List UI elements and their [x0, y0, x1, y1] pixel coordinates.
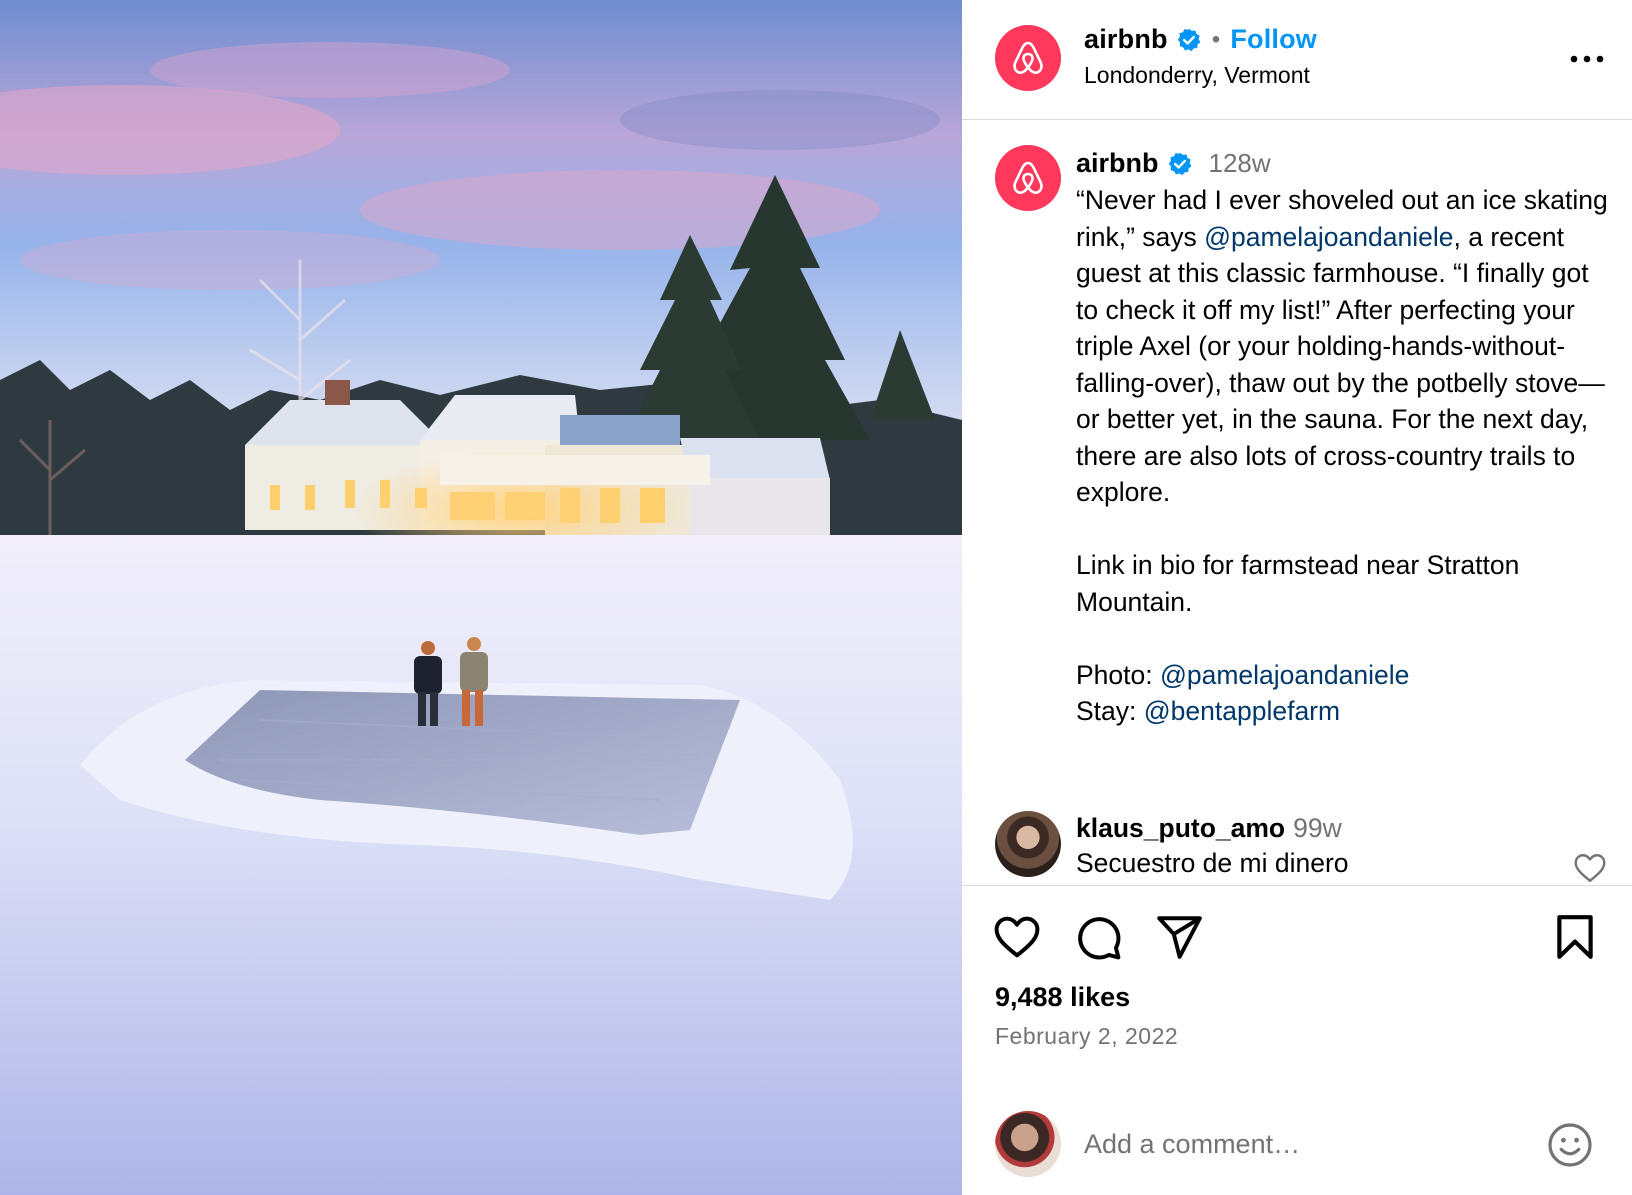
- verified-badge-icon: [1177, 28, 1201, 51]
- header-account-row: airbnb • Follow: [1084, 24, 1317, 55]
- mention-link[interactable]: @pamelajoandaniele: [1160, 660, 1409, 690]
- comment-heart-icon[interactable]: [1572, 850, 1608, 886]
- caption-text: “Never had I ever shoveled out an ice sk…: [1076, 182, 1616, 730]
- caption-username[interactable]: airbnb: [1076, 148, 1159, 179]
- share-icon[interactable]: [1154, 912, 1204, 962]
- comment-input[interactable]: [1084, 1116, 1504, 1172]
- comment-header: klaus_puto_amo 99w: [1076, 813, 1342, 844]
- verified-badge-icon: [1168, 152, 1191, 175]
- emoji-icon[interactable]: [1546, 1121, 1594, 1169]
- follow-button[interactable]: Follow: [1230, 24, 1317, 55]
- mention-link[interactable]: @bentapplefarm: [1144, 696, 1340, 726]
- post-header: airbnb • Follow Londonderry, Vermont: [962, 0, 1632, 120]
- more-options-button[interactable]: [1564, 36, 1610, 82]
- heart-icon[interactable]: [992, 912, 1042, 962]
- current-user-avatar: [995, 1111, 1061, 1177]
- account-avatar[interactable]: [995, 25, 1061, 91]
- action-bar: 9,488 likes February 2, 2022: [962, 886, 1632, 1076]
- header-username[interactable]: airbnb: [1084, 24, 1168, 55]
- separator-dot: •: [1211, 25, 1221, 53]
- post-photo[interactable]: [0, 0, 962, 1195]
- more-icon: [1570, 55, 1604, 63]
- caption-text-part: , a recent guest at this classic farmhou…: [1076, 221, 1605, 690]
- mention-link[interactable]: @pamelajoandaniele: [1204, 222, 1453, 252]
- comment-text: Secuestro de mi dinero: [1076, 848, 1349, 878]
- comment-username[interactable]: klaus_puto_amo: [1076, 813, 1285, 843]
- farmhouse-ice-rink-image: [0, 0, 962, 1195]
- airbnb-logo-icon: [1013, 41, 1043, 75]
- post-location[interactable]: Londonderry, Vermont: [1084, 62, 1310, 89]
- bookmark-icon[interactable]: [1550, 912, 1600, 962]
- comments-section[interactable]: airbnb 128w “Never had I ever shoveled o…: [962, 120, 1632, 886]
- caption-avatar[interactable]: [995, 145, 1061, 211]
- airbnb-logo-icon: [1013, 161, 1043, 195]
- post-date: February 2, 2022: [995, 1023, 1179, 1049]
- comment-timestamp[interactable]: 99w: [1293, 813, 1342, 843]
- caption-timestamp[interactable]: 128w: [1209, 148, 1271, 179]
- commenter-avatar[interactable]: [995, 811, 1061, 877]
- comment-composer: [962, 1076, 1632, 1195]
- comment-icon[interactable]: [1073, 912, 1123, 962]
- caption-text-part: Stay:: [1076, 696, 1137, 726]
- likes-count[interactable]: 9,488 likes: [995, 982, 1130, 1013]
- post-sidebar: airbnb • Follow Londonderry, Vermont air…: [962, 0, 1632, 1195]
- caption-header: airbnb 128w: [1076, 148, 1271, 179]
